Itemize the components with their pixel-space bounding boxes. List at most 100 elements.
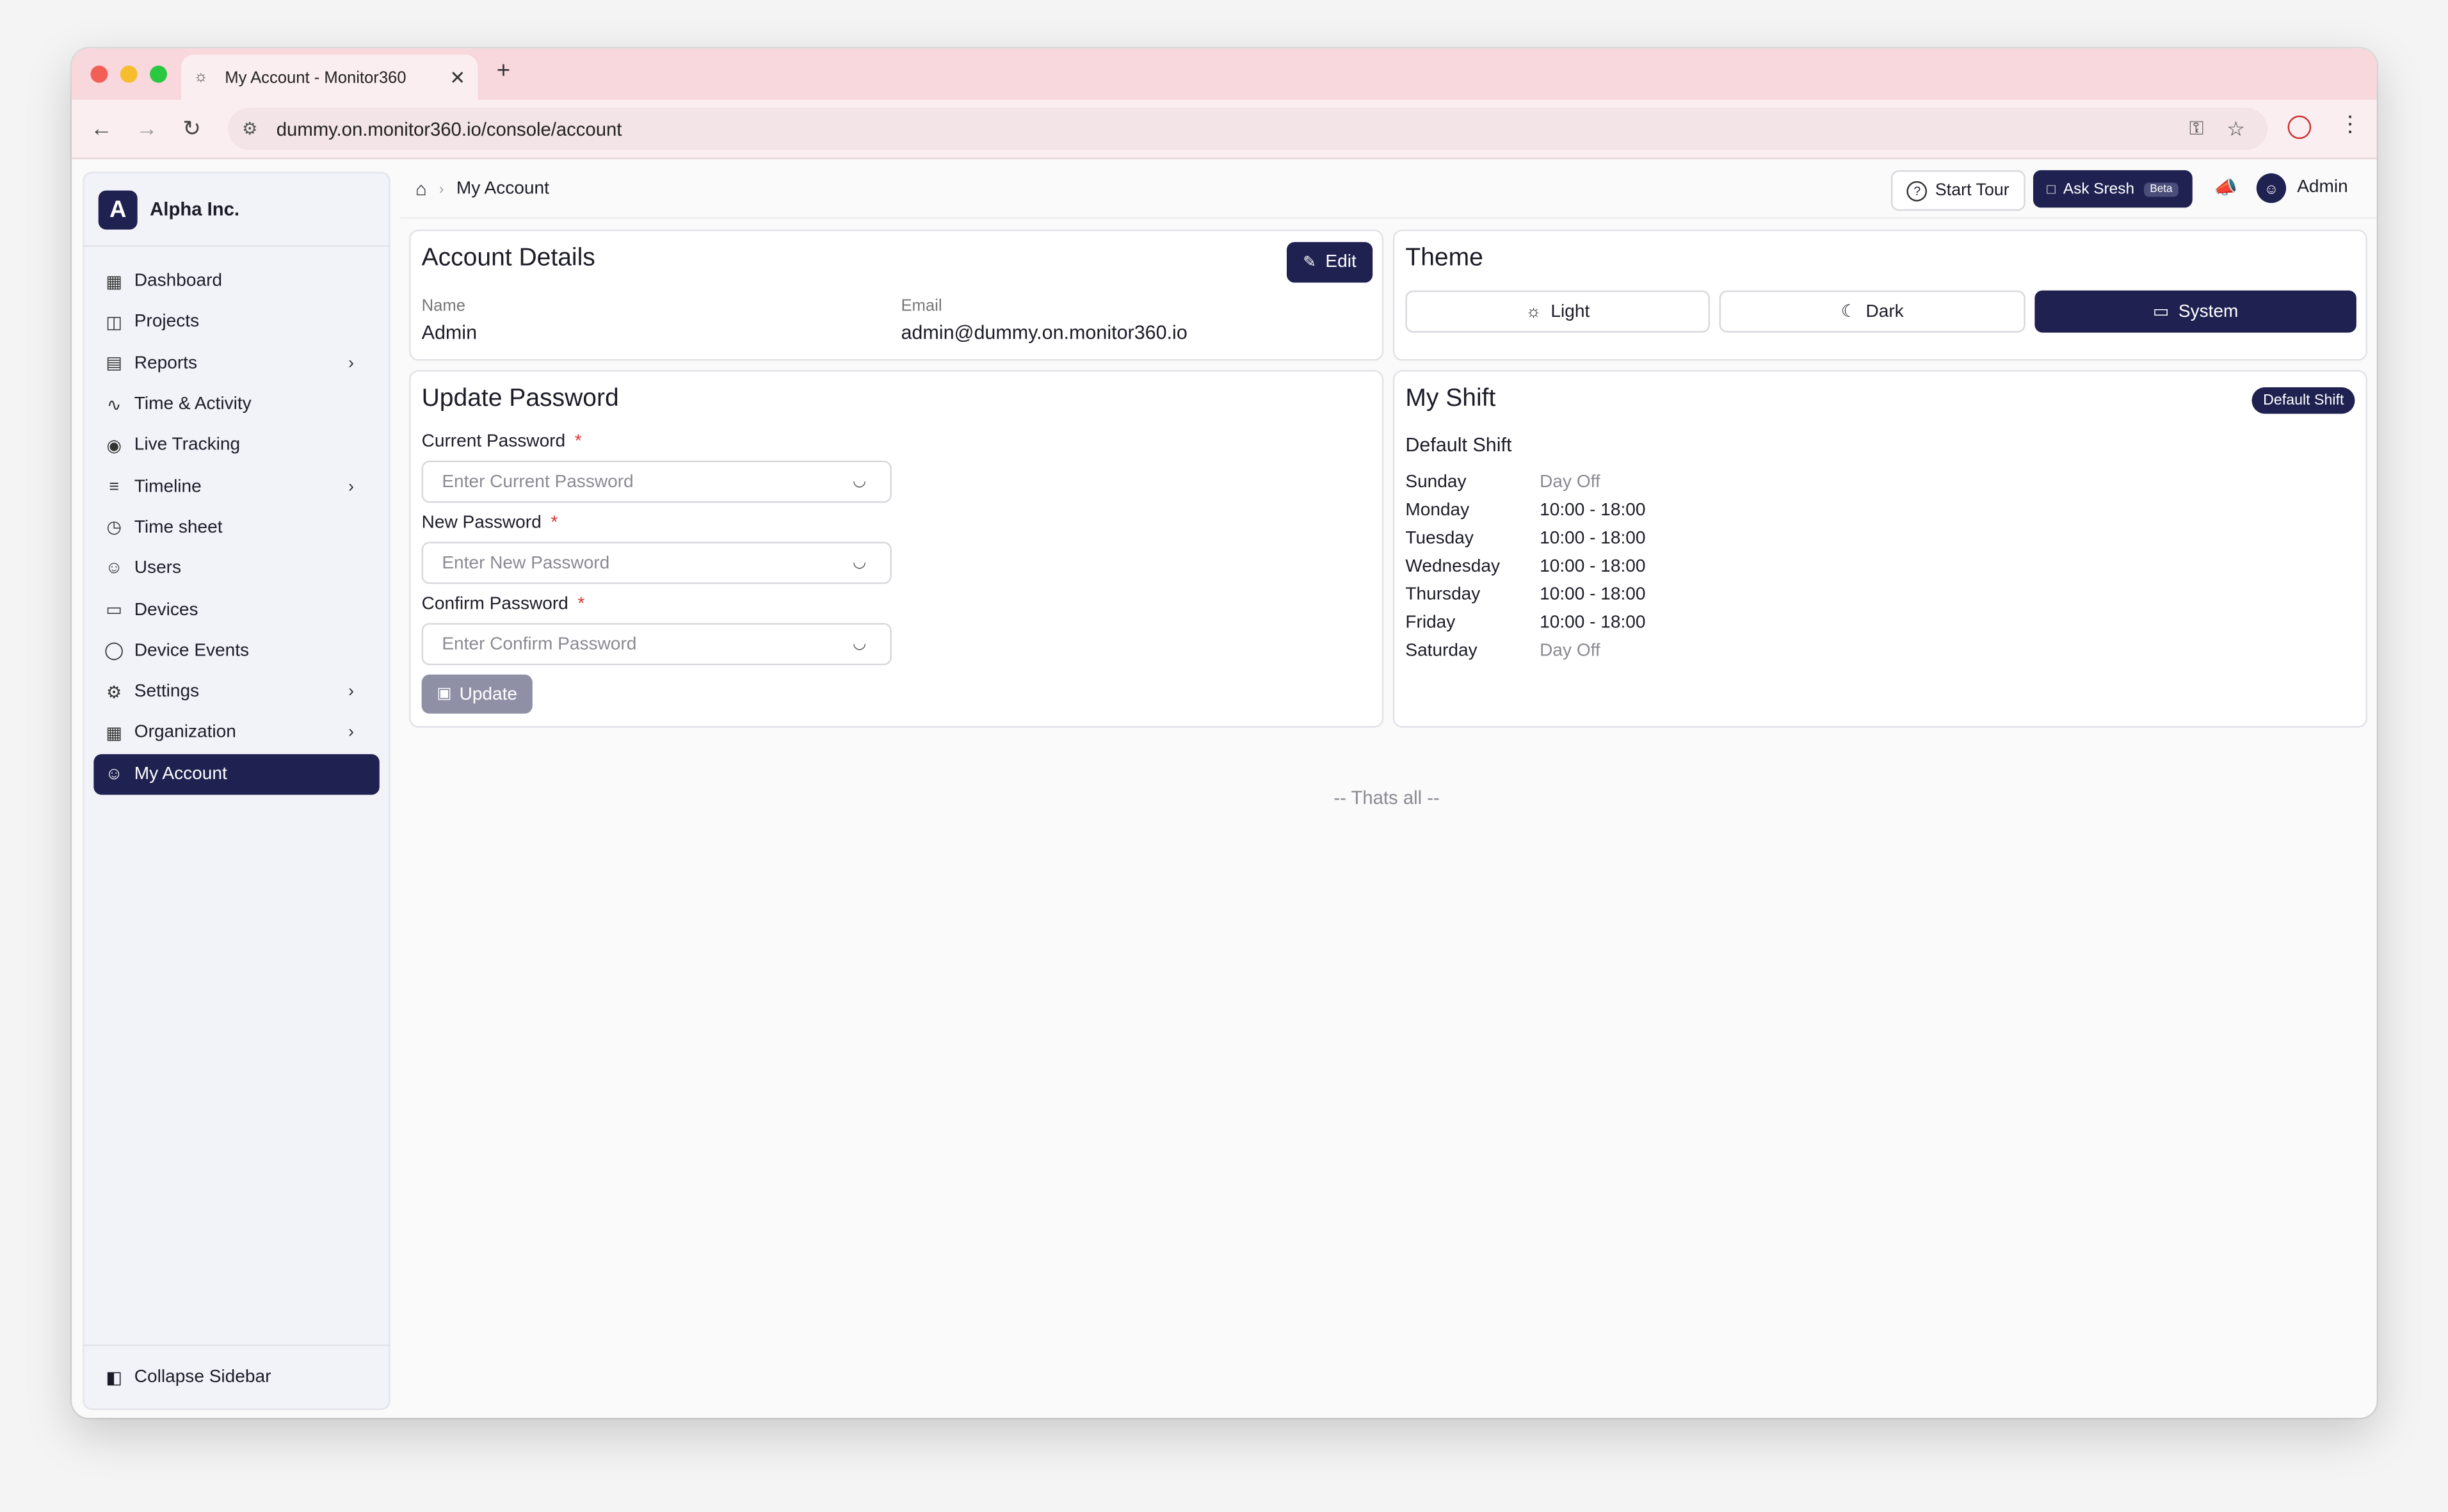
update-password-card: Update Password Current Password * ◡ New …	[409, 370, 1384, 728]
chevron-right-icon: ›	[348, 682, 354, 702]
back-icon[interactable]: ←	[90, 116, 112, 141]
sidebar-item-label: Time sheet	[134, 518, 223, 537]
update-button[interactable]: ▣ Update	[421, 674, 533, 714]
home-icon[interactable]: ⌂	[415, 178, 427, 200]
tab-close-icon[interactable]: ✕	[449, 67, 465, 88]
monitor-icon: ▭	[106, 601, 122, 620]
sidebar: A Alpha Inc. ▦ Dashboard ◫ Projects ▤ Re…	[83, 172, 391, 1410]
sidebar-item-device-events[interactable]: ◯ Device Events	[93, 631, 379, 672]
ask-sresh-button[interactable]: □ Ask Sresh Beta	[2033, 170, 2193, 208]
breadcrumb: ⌂ › My Account	[415, 178, 549, 200]
address-bar[interactable]: ⚙ dummy.on.monitor360.io/console/account…	[228, 108, 2267, 150]
sidebar-item-reports[interactable]: ▤ Reports ›	[93, 343, 379, 384]
reload-icon[interactable]: ↻	[182, 116, 201, 142]
chevron-right-icon: ›	[348, 723, 354, 743]
sidebar-item-time-sheet[interactable]: ◷ Time sheet	[93, 507, 379, 548]
sidebar-item-time-activity[interactable]: ∿ Time & Activity	[93, 384, 379, 425]
chat-icon: □	[2047, 181, 2056, 197]
confirm-password-input[interactable]	[439, 633, 853, 655]
minimize-window-button[interactable]	[120, 65, 138, 83]
email-label: Email	[901, 296, 942, 316]
browser-tab[interactable]: ☼ My Account - Monitor360 ✕	[181, 54, 478, 101]
sidebar-item-label: Time & Activity	[134, 395, 252, 414]
name-value: Admin	[421, 321, 478, 344]
sidebar-item-projects[interactable]: ◫ Projects	[93, 302, 379, 343]
bookmark-star-icon[interactable]: ☆	[2227, 117, 2267, 141]
sidebar-item-label: Live Tracking	[134, 436, 241, 455]
sidebar-item-label: Projects	[134, 312, 200, 332]
new-tab-icon[interactable]: +	[497, 58, 510, 84]
start-tour-button[interactable]: ? Start Tour	[1890, 170, 2025, 211]
sidebar-item-my-account[interactable]: ☺ My Account	[93, 753, 380, 795]
avatar[interactable]: ☺	[2256, 173, 2287, 204]
folder-icon: ◫	[106, 314, 122, 333]
top-bar: ⌂ › My Account ? Start Tour □ Ask Sresh …	[399, 159, 2377, 219]
new-password-input[interactable]	[439, 552, 853, 574]
eye-closed-icon[interactable]: ◡	[853, 473, 890, 490]
monitor-icon: ▭	[2152, 303, 2170, 322]
collapse-sidebar-button[interactable]: ◧ Collapse Sidebar	[84, 1344, 389, 1408]
site-favicon-icon: ☼	[193, 68, 208, 86]
current-password-field[interactable]: ◡	[421, 460, 892, 503]
profile-icon[interactable]	[2287, 115, 2312, 140]
email-value: admin@dummy.on.monitor360.io	[901, 321, 1188, 344]
theme-card: Theme ☼ Light ☾ Dark ▭ System	[1392, 229, 2367, 361]
shift-day-row: Sunday Day Off	[1405, 473, 1600, 492]
theme-dark-button[interactable]: ☾ Dark	[1719, 290, 2025, 333]
building-icon: ▦	[106, 724, 122, 743]
sidebar-item-devices[interactable]: ▭ Devices	[93, 590, 379, 631]
browser-menu-icon[interactable]: ⋮	[2339, 111, 2361, 137]
current-password-input[interactable]	[439, 470, 853, 493]
close-window-button[interactable]	[90, 65, 108, 83]
name-label: Name	[421, 296, 465, 316]
sidebar-item-label: My Account	[134, 764, 227, 784]
timeline-icon: ≡	[109, 477, 119, 496]
sun-icon: ☼	[1526, 302, 1542, 321]
sidebar-item-settings[interactable]: ⚙ Settings ›	[93, 672, 379, 712]
megaphone-icon[interactable]: 📣	[2214, 177, 2237, 198]
eye-closed-icon[interactable]: ◡	[853, 636, 890, 653]
sidebar-item-timeline[interactable]: ≡ Timeline ›	[93, 466, 379, 507]
shift-day-row: Friday 10:00 - 18:00	[1405, 613, 1646, 632]
chevron-right-icon: ›	[348, 477, 354, 496]
confirm-password-field[interactable]: ◡	[421, 623, 892, 666]
shift-day-row: Monday 10:00 - 18:00	[1405, 501, 1646, 520]
timer-icon: ◷	[106, 519, 122, 538]
user-name[interactable]: Admin	[2297, 178, 2348, 197]
sidebar-item-dashboard[interactable]: ▦ Dashboard	[93, 261, 379, 302]
shift-name: Default Shift	[1405, 434, 1512, 456]
org-logo: A	[98, 189, 138, 229]
edit-button[interactable]: ✎ Edit	[1286, 242, 1373, 283]
breadcrumb-separator-icon: ›	[439, 181, 444, 197]
theme-system-button[interactable]: ▭ System	[2034, 290, 2356, 333]
app-area: A Alpha Inc. ▦ Dashboard ◫ Projects ▤ Re…	[72, 159, 2377, 1418]
shield-icon: ◯	[104, 642, 124, 661]
update-label: Update	[459, 684, 518, 704]
ask-sresh-label: Ask Sresh	[2063, 180, 2135, 198]
sidebar-item-label: Timeline	[134, 477, 202, 496]
sidebar-item-organization[interactable]: ▦ Organization ›	[93, 712, 379, 753]
new-password-field[interactable]: ◡	[421, 542, 892, 584]
collapse-sidebar-label: Collapse Sidebar	[134, 1367, 271, 1387]
sidebar-item-label: Device Events	[134, 641, 250, 661]
dashboard-icon: ▦	[106, 273, 122, 292]
theme-title: Theme	[1405, 245, 1483, 272]
url-text[interactable]: dummy.on.monitor360.io/console/account	[277, 118, 2189, 140]
sidebar-item-live-tracking[interactable]: ◉ Live Tracking	[93, 425, 379, 466]
org-name: Alpha Inc.	[150, 198, 240, 220]
update-password-title: Update Password	[421, 385, 619, 412]
sidebar-item-label: Dashboard	[134, 271, 223, 291]
moon-icon: ☾	[1840, 303, 1856, 322]
forward-icon[interactable]: →	[136, 116, 157, 141]
theme-light-button[interactable]: ☼ Light	[1405, 290, 1711, 333]
org-switcher[interactable]: A Alpha Inc.	[84, 173, 389, 247]
site-info-icon[interactable]: ⚙	[242, 118, 270, 139]
browser-toolbar: ← → ↻ ⚙ dummy.on.monitor360.io/console/a…	[72, 100, 2377, 159]
password-key-icon[interactable]: ⚿	[2189, 117, 2227, 141]
eye-closed-icon[interactable]: ◡	[853, 554, 890, 572]
theme-dark-label: Dark	[1865, 302, 1904, 321]
maximize-window-button[interactable]	[150, 65, 168, 83]
my-shift-card: My Shift Default Shift Default Shift Sun…	[1392, 370, 2367, 728]
sidebar-item-users[interactable]: ☺ Users	[93, 548, 379, 589]
sidebar-nav: ▦ Dashboard ◫ Projects ▤ Reports › ∿ Tim…	[85, 246, 389, 795]
